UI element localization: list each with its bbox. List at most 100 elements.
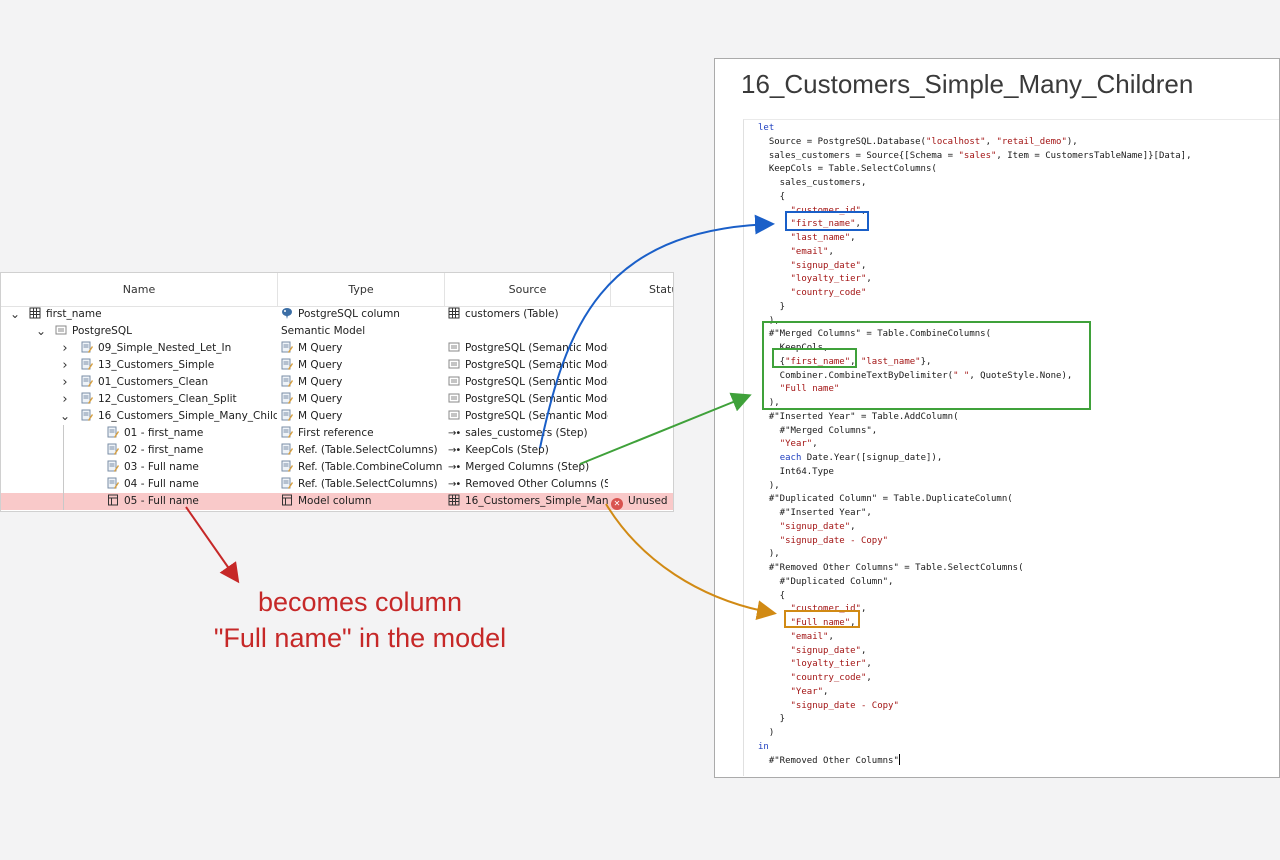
tree-row[interactable]: › 01_Customers_Clean M Query PostgreSQL (Se… (1, 374, 673, 391)
code-string: "loyalty_tier" (790, 659, 867, 670)
row-source-label: PostgreSQL (Semantic Model) (465, 410, 608, 422)
cell-name: 09_Simple_Nested_Let_In (81, 340, 277, 357)
row-type-label: M Query (298, 376, 343, 388)
code-text: #"Inserted Year", (758, 508, 872, 518)
code-text: , (985, 136, 997, 147)
cell-name: 01 - first_name (107, 425, 277, 442)
step-arrow-icon: →• (448, 462, 461, 473)
code-line: "last_name", (758, 231, 856, 245)
code-line: #"Merged Columns", (758, 424, 878, 438)
query-icon (281, 375, 293, 387)
code-text: , (866, 659, 872, 670)
code-text: , (866, 274, 872, 285)
chevron-down-icon[interactable]: ⌄ (9, 306, 21, 323)
code-text: { (758, 191, 786, 202)
cell-type: M Query (281, 408, 443, 425)
semantic-model-icon (448, 358, 460, 370)
code-keyword: in (758, 741, 769, 752)
code-text: Date.Year([signup_date]), (801, 453, 943, 463)
code-line: Source = PostgreSQL.Database("localhost"… (758, 135, 1078, 149)
tree-guide-line (63, 493, 64, 510)
code-line: } (758, 300, 785, 314)
code-text: #"Merged Columns", (758, 425, 878, 436)
tree-row[interactable]: ⌄ 16_Customers_Simple_Many_Children M Quer… (1, 408, 673, 425)
tree-row[interactable]: ⌄ PostgreSQL Semantic Model (1, 323, 673, 340)
chevron-right-icon[interactable]: › (59, 374, 71, 391)
chevron-right-icon[interactable]: › (59, 340, 71, 357)
highlight-first-name-keepcols (785, 211, 869, 231)
code-text: } (758, 301, 786, 312)
code-text: } (758, 714, 786, 725)
chevron-right-icon[interactable]: › (59, 391, 71, 408)
chevron-down-icon[interactable]: ⌄ (35, 323, 47, 340)
highlight-full-name-removed-columns (784, 610, 860, 628)
row-name-label: 02 - first_name (124, 444, 204, 456)
annotation-caption: becomes column "Full name" in the model (160, 584, 560, 656)
code-line: "signup_date - Copy" (758, 534, 888, 548)
tree-row[interactable]: › 09_Simple_Nested_Let_In M Query PostgreSQ… (1, 340, 673, 357)
code-line: { (758, 190, 785, 204)
code-string: "signup_date" (790, 260, 861, 271)
code-line: "signup_date", (758, 520, 856, 534)
row-type-label: PostgreSQL column (298, 308, 400, 320)
cell-type: PostgreSQL column (281, 306, 443, 323)
chevron-right-icon[interactable]: › (59, 357, 71, 374)
cell-source: PostgreSQL (Semantic Model) (448, 340, 608, 357)
status-badge: Unused (628, 495, 668, 507)
cell-source: 16_Customers_Simple_Many... (448, 493, 608, 510)
cell-name: 01_Customers_Clean (81, 374, 277, 391)
cell-type: Semantic Model (281, 323, 443, 340)
code-line: let (758, 121, 774, 135)
query-icon (81, 392, 93, 404)
code-line: "signup_date", (758, 259, 867, 273)
column-header-source[interactable]: Source (445, 273, 611, 306)
text-caret (898, 753, 900, 765)
tree-row[interactable]: 03 - Full name Ref. (Table.CombineColumns… (1, 459, 673, 476)
row-name-label: 13_Customers_Simple (98, 359, 215, 371)
tree-row[interactable]: 04 - Full name Ref. (Table.SelectColumns)… (1, 476, 673, 493)
tree-row[interactable]: › 13_Customers_Simple M Query PostgreSQL (S… (1, 357, 673, 374)
cell-name: 12_Customers_Clean_Split (81, 391, 277, 408)
query-icon (281, 426, 293, 438)
tree-row[interactable]: 05 - Full name Model column 16_Customers_S… (1, 493, 673, 510)
code-line: sales_customers, (758, 176, 867, 190)
code-line: each Date.Year([signup_date]), (758, 451, 943, 465)
code-text: { (758, 590, 786, 601)
cell-source: PostgreSQL (Semantic Model) (448, 357, 608, 374)
row-name-label: 03 - Full name (124, 461, 199, 473)
chevron-down-icon[interactable]: ⌄ (59, 408, 71, 425)
tree-row[interactable]: 01 - first_name First reference →• sales_cu… (1, 425, 673, 442)
tree-row[interactable]: › 12_Customers_Clean_Split M Query PostgreS… (1, 391, 673, 408)
tree-row[interactable]: ⌄ first_name PostgreSQL column customers (T… (1, 306, 673, 323)
code-text: , Item = CustomersTableName]}[Data], (996, 150, 1192, 161)
tree-row[interactable]: 02 - first_name Ref. (Table.SelectColumns… (1, 442, 673, 459)
code-keyword: each (779, 453, 802, 463)
row-name-label: 16_Customers_Simple_Many_Children (98, 410, 277, 422)
code-text: KeepCols = Table.SelectColumns( (758, 164, 937, 175)
code-line: #"Inserted Year" = Table.AddColumn( (758, 410, 959, 424)
column-header-name[interactable]: Name (1, 273, 278, 306)
row-name-label: 01 - first_name (124, 427, 204, 439)
column-header-type[interactable]: Type (278, 273, 445, 306)
column-icon (281, 494, 293, 506)
column-header-status[interactable]: Status (611, 273, 673, 306)
code-line: "country_code" (758, 286, 867, 300)
cell-status: ✕ Unused (611, 493, 673, 510)
query-icon (81, 358, 93, 370)
tree-guide-line (63, 459, 64, 476)
code-line: "country_code", (758, 671, 872, 685)
cell-name: 02 - first_name (107, 442, 277, 459)
cell-source: PostgreSQL (Semantic Model) (448, 391, 608, 408)
row-type-label: Semantic Model (281, 325, 366, 337)
query-icon (107, 460, 119, 472)
code-string: "sales" (958, 150, 997, 161)
cell-type: M Query (281, 374, 443, 391)
query-icon (81, 341, 93, 353)
